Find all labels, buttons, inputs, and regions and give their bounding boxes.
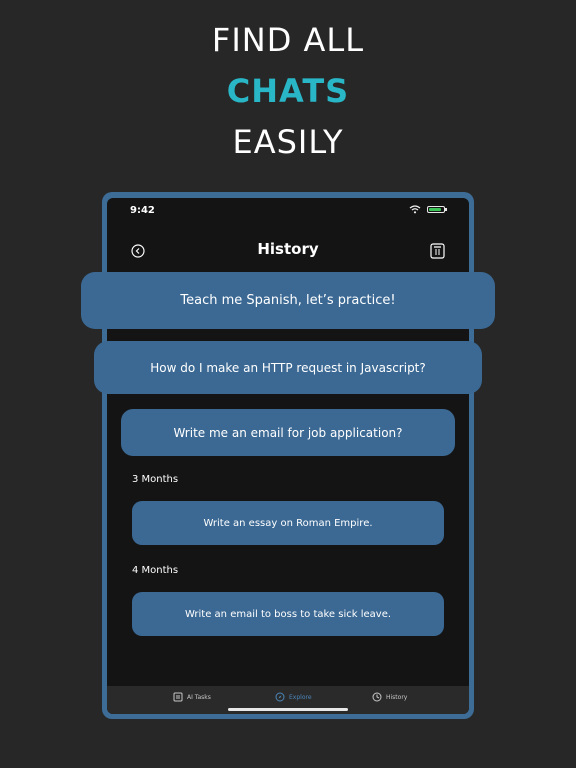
- history-item-featured-3[interactable]: Write me an email for job application?: [121, 409, 455, 456]
- tab-label: AI Tasks: [187, 693, 211, 701]
- history-icon: [372, 692, 382, 702]
- status-icons: [409, 205, 447, 214]
- compass-icon: [275, 692, 285, 702]
- headline-line-3: EASILY: [232, 123, 344, 161]
- tab-explore[interactable]: Explore: [275, 692, 312, 702]
- group-label-3-months: 3 Months: [132, 474, 179, 485]
- page-title: History: [257, 240, 319, 258]
- tab-bar: AI Tasks Explore History: [107, 686, 469, 714]
- tab-history[interactable]: History: [372, 692, 407, 702]
- status-time: 9:42: [130, 205, 155, 216]
- tasks-icon: [173, 692, 183, 702]
- headline-line-1: FIND ALL: [211, 21, 365, 59]
- history-item-featured-2[interactable]: How do I make an HTTP request in Javascr…: [94, 341, 482, 394]
- history-item-featured-1[interactable]: Teach me Spanish, let’s practice!: [81, 272, 495, 329]
- group-label-4-months: 4 Months: [132, 565, 179, 576]
- tab-ai-tasks[interactable]: AI Tasks: [173, 692, 211, 702]
- battery-charging-icon: [427, 206, 447, 213]
- history-item-roman-empire[interactable]: Write an essay on Roman Empire.: [132, 501, 444, 545]
- tab-label: History: [386, 693, 408, 701]
- history-item-sick-leave[interactable]: Write an email to boss to take sick leav…: [132, 592, 444, 636]
- headline-line-2: CHATS: [226, 72, 350, 110]
- tab-label: Explore: [289, 693, 312, 701]
- promo-page: FIND ALL CHATS EASILY 9:42 History Write…: [0, 0, 576, 768]
- home-indicator: [228, 708, 348, 711]
- wifi-icon: [409, 205, 421, 214]
- trash-icon[interactable]: [430, 243, 445, 259]
